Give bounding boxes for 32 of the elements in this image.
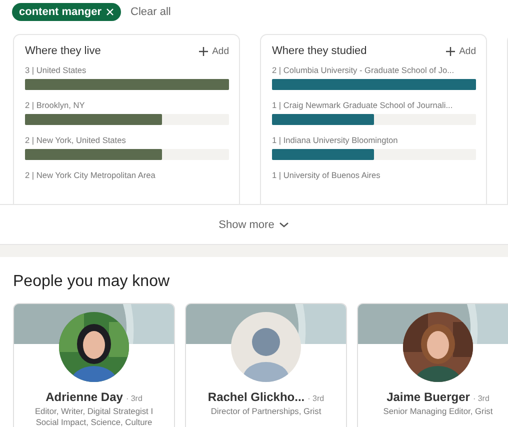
connection-degree: · 3rd: [472, 394, 490, 403]
person-name: Jaime Buerger: [386, 390, 470, 404]
person-name: Rachel Glickho...: [208, 390, 305, 404]
person-card[interactable]: Rachel Glickho... · 3rd Director of Partnerships, Grist: [185, 303, 347, 427]
person-card[interactable]: Adrienne Day · 3rd Editor, Writer, Digital Strategist I Social Impact, Science, Culture: [13, 303, 175, 427]
bar-label: 2 | New York City Metropolitan Area: [25, 170, 156, 180]
filter-chip[interactable]: content manger: [12, 3, 121, 21]
person-headline: Director of Partnerships, Grist: [210, 406, 322, 417]
bar-label: 3 | United States: [25, 65, 88, 75]
plus-icon: [199, 46, 208, 56]
person-name: Adrienne Day: [46, 390, 123, 404]
person-card[interactable]: Jaime Buerger · 3rd Senior Managing Editor, Grist: [357, 303, 508, 427]
card-title: Where they live: [25, 45, 101, 57]
bar-label: 2 | Brooklyn, NY: [25, 100, 86, 110]
chevron-down-icon: [279, 222, 290, 228]
connection-degree: · 3rd: [126, 394, 142, 403]
bar-label: 1 | Indiana University Bloomington: [272, 135, 399, 145]
add-button[interactable]: Add: [446, 46, 476, 56]
bar-label: 2 | New York, United States: [25, 135, 127, 145]
person-headline: Senior Managing Editor, Grist: [382, 406, 494, 417]
card-title: Where they studied: [272, 45, 367, 57]
add-button[interactable]: Add: [199, 46, 229, 56]
bar-label: 1 | University of Buenos Aires: [272, 170, 382, 180]
show-more-button[interactable]: Show more: [212, 218, 296, 232]
close-icon: [106, 8, 114, 16]
plus-icon: [446, 46, 456, 56]
bar-label: 1 | Craig Newmark Graduate School of Journali...: [272, 100, 454, 110]
person-headline: Editor, Writer, Digital Strategist I Social Impact, Science, Culture: [34, 406, 154, 427]
bar-label: 2 | Columbia University - Graduate School of Jo...: [272, 65, 456, 75]
section-title: People you may know: [13, 273, 171, 291]
connection-degree: · 3rd: [308, 394, 324, 403]
clear-all-link[interactable]: Clear all: [128, 4, 173, 20]
